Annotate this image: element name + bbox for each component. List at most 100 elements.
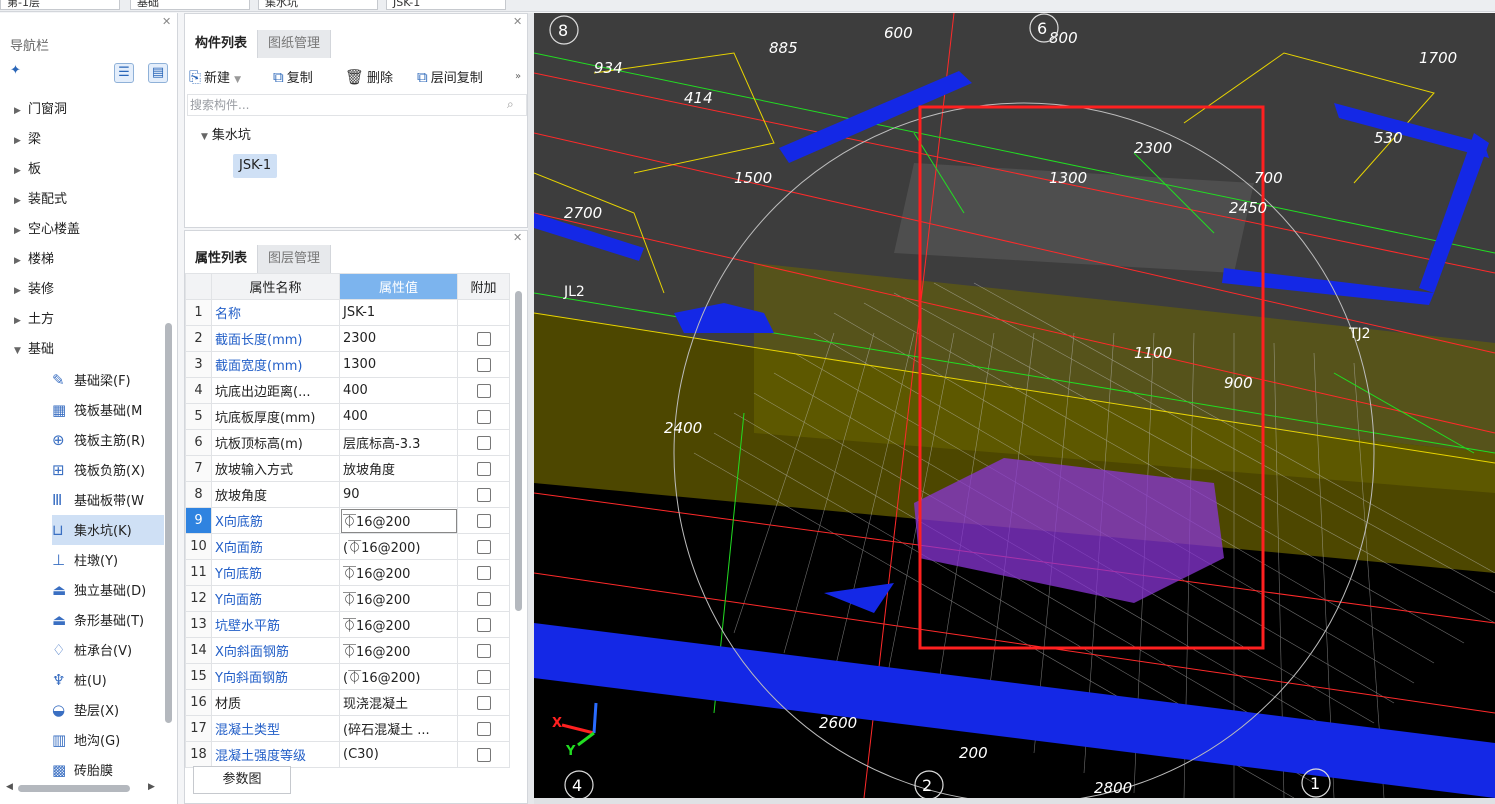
checkbox[interactable] (476, 617, 491, 632)
nav-leaf[interactable]: ▥ 地沟(G) (52, 725, 164, 755)
cad-scene[interactable]: 2600 200 2800 2300 1300 1100 2700 800 90… (534, 13, 1495, 798)
property-value[interactable]: (⏁16@200) (339, 663, 458, 690)
checkbox[interactable] (476, 643, 491, 658)
table-row[interactable]: 16 材质 现浇混凝土 (185, 689, 510, 716)
property-value[interactable]: 400 (339, 403, 458, 430)
tab-layer-manage[interactable]: 图层管理 (258, 245, 332, 273)
detail-view-icon[interactable]: ▤ (148, 63, 168, 83)
checkbox[interactable] (476, 487, 491, 502)
nav-group[interactable]: ▶ 空心楼盖 (14, 215, 80, 245)
property-value[interactable]: ⏁16@200 (339, 507, 458, 534)
nav-hscroll[interactable]: ◀ ▶ (6, 782, 155, 794)
table-row[interactable]: 1 名称 JSK-1 (185, 299, 510, 326)
nav-leaf[interactable]: ⊕ 筏板主筋(R) (52, 425, 164, 455)
nav-group[interactable]: ▶ 楼梯 (14, 245, 54, 275)
table-row[interactable]: 7 放坡输入方式 放坡角度 (185, 455, 510, 482)
checkbox[interactable] (476, 409, 491, 424)
checkbox[interactable] (476, 721, 491, 736)
close-icon[interactable]: ✕ (513, 15, 522, 28)
table-row[interactable]: 6 坑板顶标高(m) 层底标高-3.3 (185, 429, 510, 456)
sparkle-icon[interactable]: ✦ (10, 63, 21, 78)
table-row[interactable]: 10 X向面筋 (⏁16@200) (185, 533, 510, 560)
checkbox[interactable] (476, 435, 491, 450)
close-icon[interactable]: ✕ (162, 15, 171, 28)
table-row[interactable]: 9 X向底筋 ⏁16@200 (185, 507, 510, 534)
property-value[interactable]: JSK-1 (339, 299, 458, 326)
table-row[interactable]: 13 坑壁水平筋 ⏁16@200 (185, 611, 510, 638)
list-view-icon[interactable]: ☰ (114, 63, 134, 83)
property-value[interactable]: (⏁16@200) (339, 533, 458, 560)
table-row[interactable]: 14 X向斜面钢筋 ⏁16@200 (185, 637, 510, 664)
nav-leaf[interactable]: ✎ 基础梁(F) (52, 365, 164, 395)
nav-group[interactable]: ▶ 装修 (14, 275, 54, 305)
nav-leaf[interactable]: ⊔ 集水坑(K) (52, 515, 164, 545)
category-select[interactable]: 基础 (130, 0, 250, 10)
table-row[interactable]: 17 混凝土类型 (碎石混凝土 ... (185, 715, 510, 742)
nav-leaf[interactable]: Ⅲ 基础板带(W (52, 485, 164, 515)
nav-group[interactable]: ▶ 土方 (14, 305, 54, 335)
property-value[interactable]: (碎石混凝土 ... (339, 715, 458, 742)
checkbox[interactable] (476, 565, 491, 580)
nav-group-foundation[interactable]: ▼ 基础 (14, 335, 54, 365)
property-scrollbar[interactable] (515, 291, 522, 611)
table-row[interactable]: 4 坑底出边距离(... 400 (185, 377, 510, 404)
property-value[interactable]: 400 (339, 377, 458, 404)
nav-leaf[interactable]: ♆ 桩(U) (52, 665, 164, 695)
tab-component-list[interactable]: 构件列表 (185, 30, 259, 58)
table-row[interactable]: 18 混凝土强度等级 (C30) (185, 741, 510, 768)
nav-leaf[interactable]: ⏏ 独立基础(D) (52, 575, 164, 605)
search-icon[interactable]: ⌕ (507, 97, 514, 112)
checkbox[interactable] (476, 669, 491, 684)
nav-leaf[interactable]: ⏏ 条形基础(T) (52, 605, 164, 635)
nav-scrollbar[interactable] (165, 323, 172, 723)
table-row[interactable]: 8 放坡角度 90 (185, 481, 510, 508)
3d-viewport[interactable]: 2600 200 2800 2300 1300 1100 2700 800 90… (534, 13, 1495, 798)
checkbox[interactable] (476, 383, 491, 398)
param-diagram-button[interactable]: 参数图 (193, 766, 291, 794)
nav-group[interactable]: ▶ 门窗洞 (14, 95, 67, 125)
close-icon[interactable]: ✕ (513, 231, 522, 244)
property-value[interactable]: 1300 (339, 351, 458, 378)
checkbox[interactable] (476, 357, 491, 372)
property-value[interactable]: (C30) (339, 741, 458, 768)
delete-button[interactable]: 🗑 删除 (345, 64, 393, 90)
property-value[interactable]: 层底标高-3.3 (339, 429, 458, 456)
checkbox[interactable] (476, 591, 491, 606)
property-value[interactable]: 现浇混凝土 (339, 689, 458, 716)
checkbox[interactable] (476, 747, 491, 762)
scroll-right-icon[interactable]: ▶ (148, 782, 155, 792)
table-row[interactable]: 3 截面宽度(mm) 1300 (185, 351, 510, 378)
nav-leaf[interactable]: ⊥ 柱墩(Y) (52, 545, 164, 575)
nav-leaf[interactable]: ◒ 垫层(X) (52, 695, 164, 725)
property-value[interactable]: ⏁16@200 (339, 637, 458, 664)
property-value[interactable]: 90 (339, 481, 458, 508)
nav-leaf[interactable]: ⊞ 筏板负筋(X) (52, 455, 164, 485)
nav-group[interactable]: ▶ 装配式 (14, 185, 67, 215)
search-input[interactable]: 搜索构件... (187, 94, 527, 116)
hscroll-thumb[interactable] (18, 785, 130, 792)
table-row[interactable]: 2 截面长度(mm) 2300 (185, 325, 510, 352)
checkbox[interactable] (476, 539, 491, 554)
property-value[interactable]: ⏁16@200 (339, 585, 458, 612)
more-icon[interactable]: » (515, 64, 521, 90)
table-row[interactable]: 5 坑底板厚度(mm) 400 (185, 403, 510, 430)
nav-leaf[interactable]: ▩ 砖胎膜 (52, 755, 164, 785)
copy-button[interactable]: ⧉ 复制 (273, 64, 313, 90)
table-row[interactable]: 11 Y向底筋 ⏁16@200 (185, 559, 510, 586)
tab-drawing-manage[interactable]: 图纸管理 (258, 30, 332, 58)
nav-group[interactable]: ▶ 板 (14, 155, 41, 185)
type-select[interactable]: 集水坑 (258, 0, 378, 10)
tab-property-list[interactable]: 属性列表 (185, 245, 259, 273)
property-value[interactable]: 放坡角度 (339, 455, 458, 482)
layer-copy-button[interactable]: ⧉ 层间复制 (417, 64, 483, 90)
property-value[interactable]: 2300 (339, 325, 458, 352)
checkbox[interactable] (476, 513, 491, 528)
tree-node-sump[interactable]: ▼ 集水坑 (201, 124, 251, 148)
property-value[interactable]: ⏁16@200 (339, 611, 458, 638)
nav-group[interactable]: ▶ 梁 (14, 125, 41, 155)
new-button[interactable]: ⎘ 新建 ▼ (189, 64, 241, 90)
tree-node-jsk1[interactable]: JSK-1 (233, 154, 278, 178)
checkbox[interactable] (476, 461, 491, 476)
scroll-left-icon[interactable]: ◀ (6, 782, 13, 792)
nav-leaf[interactable]: ♢ 桩承台(V) (52, 635, 164, 665)
